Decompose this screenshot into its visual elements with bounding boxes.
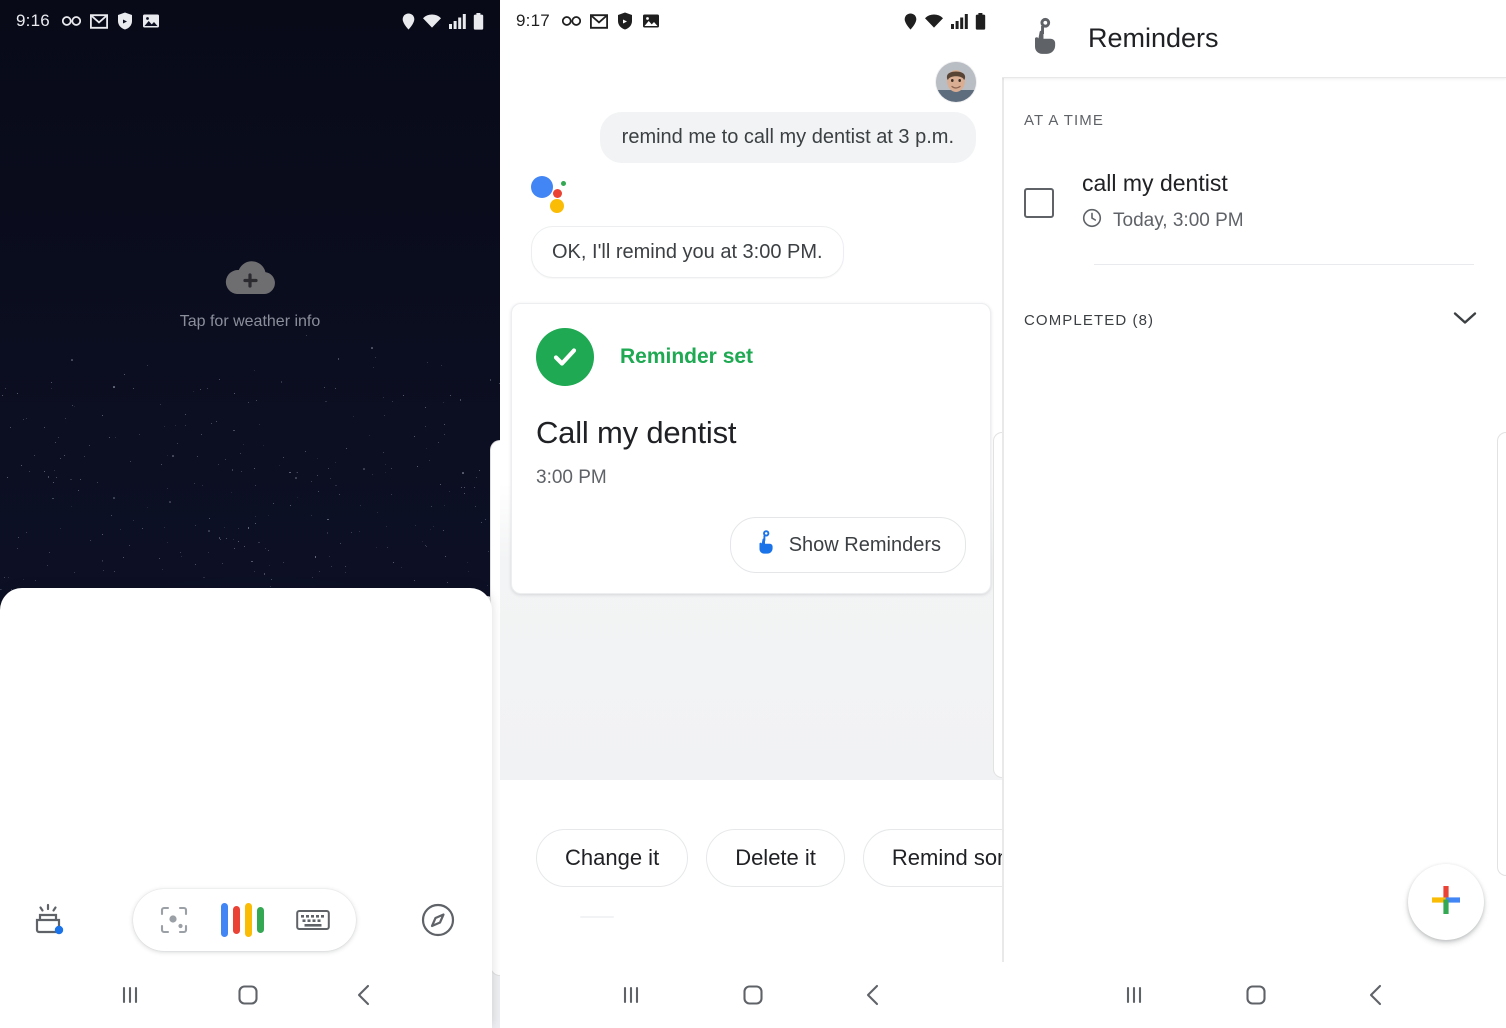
recents-icon[interactable] bbox=[117, 984, 143, 1006]
home-icon[interactable] bbox=[741, 983, 765, 1007]
home-icon[interactable] bbox=[236, 983, 260, 1007]
status-bar-right-icons bbox=[904, 12, 986, 30]
voicemail-icon bbox=[61, 14, 81, 28]
lens-icon[interactable] bbox=[159, 905, 189, 935]
play-protect-icon bbox=[117, 12, 133, 30]
gmail-icon bbox=[89, 13, 108, 29]
mic-bar-blue bbox=[220, 903, 228, 937]
status-bar-clock: 9:16 bbox=[16, 11, 50, 30]
reminder-card-time: 3:00 PM bbox=[536, 467, 607, 488]
location-icon bbox=[402, 13, 415, 30]
recents-icon[interactable] bbox=[618, 984, 644, 1006]
add-reminder-fab[interactable] bbox=[1408, 864, 1484, 940]
list-divider bbox=[1094, 264, 1474, 265]
reminder-item-when: Today, 3:00 PM bbox=[1082, 208, 1244, 234]
reminder-item-name: call my dentist bbox=[1082, 170, 1228, 196]
explore-compass-icon[interactable] bbox=[420, 902, 456, 938]
reminders-title: Reminders bbox=[1088, 23, 1219, 53]
navigation-bar-screen3 bbox=[1002, 962, 1506, 1028]
suggestion-chip-change[interactable]: Change it bbox=[536, 829, 689, 887]
google-plus-icon bbox=[1426, 880, 1466, 925]
navigation-bar-screen2 bbox=[500, 962, 1002, 1028]
location-icon bbox=[904, 13, 917, 30]
reminder-finger-icon bbox=[755, 529, 777, 561]
scroll-artifact bbox=[580, 916, 614, 918]
battery-icon bbox=[473, 12, 484, 30]
photos-icon bbox=[642, 13, 660, 29]
wifi-icon bbox=[422, 13, 442, 29]
recents-icon[interactable] bbox=[1121, 984, 1147, 1006]
reminder-status-label: Reminder set bbox=[620, 345, 754, 368]
wifi-icon bbox=[924, 13, 944, 29]
assistant-dot-yellow bbox=[550, 199, 564, 213]
suggestion-chip-remind-someone[interactable]: Remind someone bbox=[862, 829, 1002, 887]
reminder-list-item[interactable]: call my dentist Today, 3:00 PM bbox=[1024, 170, 1484, 234]
show-reminders-button[interactable]: Show Reminders bbox=[729, 517, 966, 573]
reminder-finger-icon bbox=[1028, 16, 1062, 61]
adjacent-card-edge bbox=[1497, 432, 1506, 876]
status-bar-left-icons bbox=[61, 12, 160, 30]
signal-icon bbox=[951, 13, 968, 29]
mic-bar-yellow bbox=[244, 903, 252, 937]
assistant-dot-green bbox=[561, 181, 566, 186]
assistant-toolbar bbox=[0, 880, 484, 960]
user-message-text: remind me to call my dentist at 3 p.m. bbox=[599, 112, 976, 163]
status-bar-clock: 9:17 bbox=[516, 11, 550, 30]
reminder-card-actions: Show Reminders bbox=[536, 517, 966, 573]
status-bar-left-icons bbox=[561, 12, 660, 30]
snapshot-icon[interactable] bbox=[28, 900, 68, 940]
status-bar-screen1: 9:16 bbox=[0, 0, 500, 42]
back-icon[interactable] bbox=[353, 983, 375, 1007]
battery-icon bbox=[975, 12, 986, 30]
panel-divider bbox=[1002, 0, 1004, 1028]
assistant-reply-bubble: OK, I'll remind you at 3:00 PM. bbox=[531, 226, 844, 278]
assistant-logo-screen2 bbox=[531, 176, 566, 213]
assistant-input-pill bbox=[132, 889, 356, 951]
weather-widget[interactable]: Tap for weather info bbox=[0, 258, 500, 331]
reminder-card-title: Call my dentist bbox=[536, 415, 737, 450]
reminder-checkbox[interactable] bbox=[1024, 188, 1054, 218]
assistant-reply-text: OK, I'll remind you at 3:00 PM. bbox=[531, 226, 844, 278]
screen-home-assistant: 9:16 Tap for weather info bbox=[0, 0, 500, 1028]
screen-assistant-conversation: 9:17 remind me to call my dentist at 3 p… bbox=[500, 0, 1002, 1028]
back-icon[interactable] bbox=[1365, 983, 1387, 1007]
gmail-icon bbox=[589, 13, 608, 29]
check-circle-icon bbox=[536, 328, 594, 386]
clock-icon bbox=[1082, 208, 1102, 234]
reminder-set-card: Reminder set Call my dentist 3:00 PM Sho… bbox=[511, 303, 991, 594]
completed-section-toggle[interactable]: COMPLETED (8) bbox=[1024, 302, 1478, 338]
reminders-header: Reminders bbox=[1002, 0, 1506, 78]
assistant-dot-red bbox=[553, 189, 562, 198]
reminder-card-header: Reminder set bbox=[536, 328, 966, 386]
assistant-sheet: Hi, how can I help? remind me to call my… bbox=[0, 588, 492, 1028]
assistant-mic-icon[interactable] bbox=[220, 903, 264, 937]
navigation-bar-screen1 bbox=[0, 962, 492, 1028]
screen-reminders: Reminders AT A TIME call my dentist Toda… bbox=[1002, 0, 1506, 1028]
voicemail-icon bbox=[561, 14, 581, 28]
completed-section-label: COMPLETED (8) bbox=[1024, 311, 1155, 329]
mic-bar-green bbox=[256, 907, 264, 933]
status-bar-right-icons bbox=[402, 12, 484, 30]
signal-icon bbox=[449, 13, 466, 29]
weather-label: Tap for weather info bbox=[179, 313, 321, 330]
cloud-plus-icon bbox=[221, 258, 279, 303]
show-reminders-label: Show Reminders bbox=[788, 533, 941, 556]
mic-bar-red bbox=[232, 906, 240, 934]
keyboard-icon[interactable] bbox=[295, 907, 330, 933]
reminder-item-when-text: Today, 3:00 PM bbox=[1113, 210, 1244, 231]
back-icon[interactable] bbox=[862, 983, 884, 1007]
status-bar-screen2: 9:17 bbox=[500, 0, 1002, 42]
play-protect-icon bbox=[617, 12, 633, 30]
user-avatar[interactable] bbox=[936, 62, 976, 102]
section-label-at-a-time: AT A TIME bbox=[1024, 112, 1104, 129]
adjacent-card-edge bbox=[993, 432, 1002, 778]
assistant-dot-blue bbox=[531, 176, 553, 198]
user-message-bubble: remind me to call my dentist at 3 p.m. bbox=[599, 112, 976, 163]
suggestion-chips: Change it Delete it Remind someone bbox=[500, 826, 1002, 890]
suggestion-chip-delete[interactable]: Delete it bbox=[706, 829, 845, 887]
photos-icon bbox=[142, 13, 160, 29]
home-icon[interactable] bbox=[1244, 983, 1268, 1007]
chevron-down-icon[interactable] bbox=[1452, 310, 1478, 330]
